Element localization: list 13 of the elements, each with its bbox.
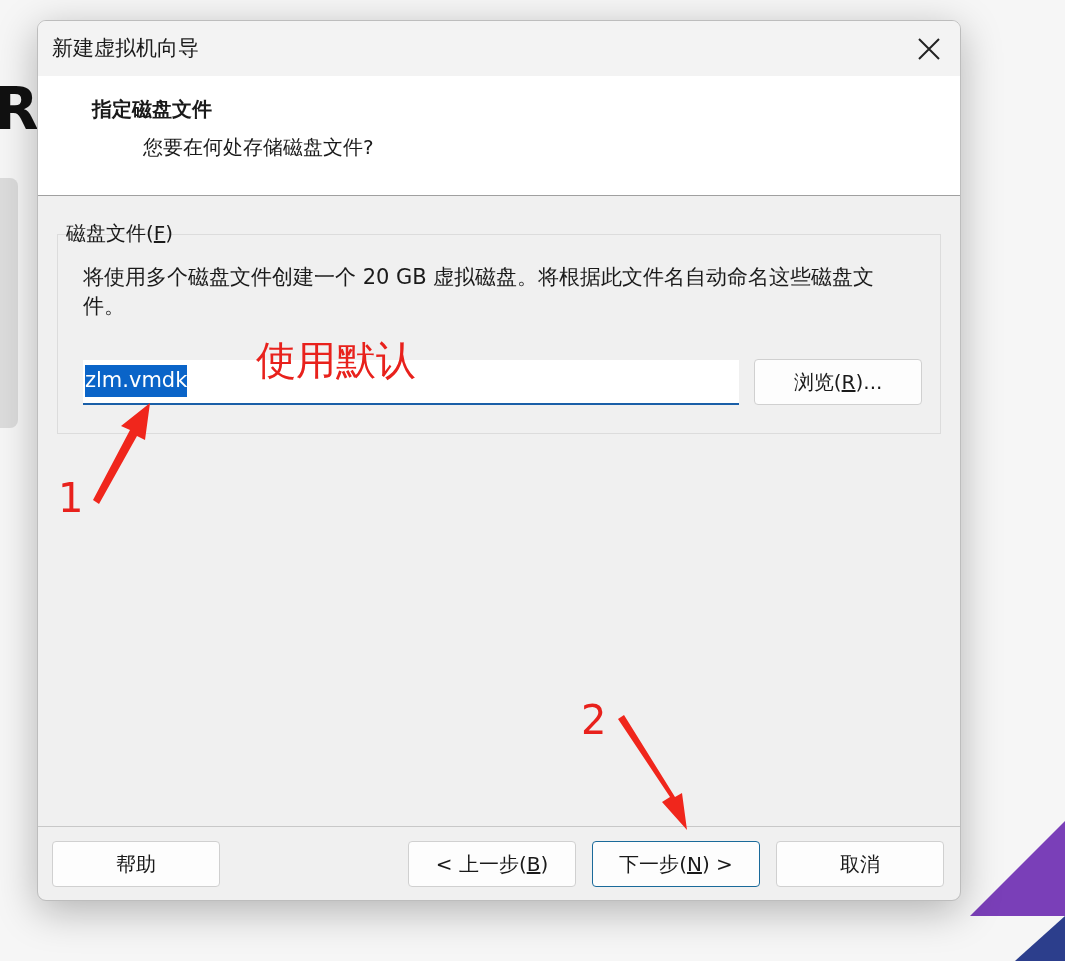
header-title: 指定磁盘文件 bbox=[92, 96, 213, 123]
header-subtitle: 您要在何处存储磁盘文件? bbox=[143, 134, 375, 161]
browse-button[interactable]: 浏览(R)... bbox=[754, 359, 922, 405]
dialog-button[interactable]: 帮助 bbox=[52, 840, 220, 887]
step-number: 2 bbox=[581, 700, 607, 740]
window-title: 新建虚拟机向导 bbox=[52, 34, 199, 62]
dialog-button[interactable]: < 上一步(B) bbox=[408, 840, 576, 887]
step-number: 1 bbox=[58, 478, 84, 518]
description-text: 将使用多个磁盘文件创建一个 20 GB 虚拟磁盘。将根据此文件名自动命名这些磁盘文件。 bbox=[83, 264, 876, 320]
dialog-button[interactable]: 取消 bbox=[776, 840, 944, 887]
close-icon[interactable] bbox=[918, 37, 940, 60]
group-label: 磁盘文件(F) bbox=[65, 220, 175, 247]
dialog-button[interactable]: 下一步(N) > bbox=[592, 840, 760, 887]
